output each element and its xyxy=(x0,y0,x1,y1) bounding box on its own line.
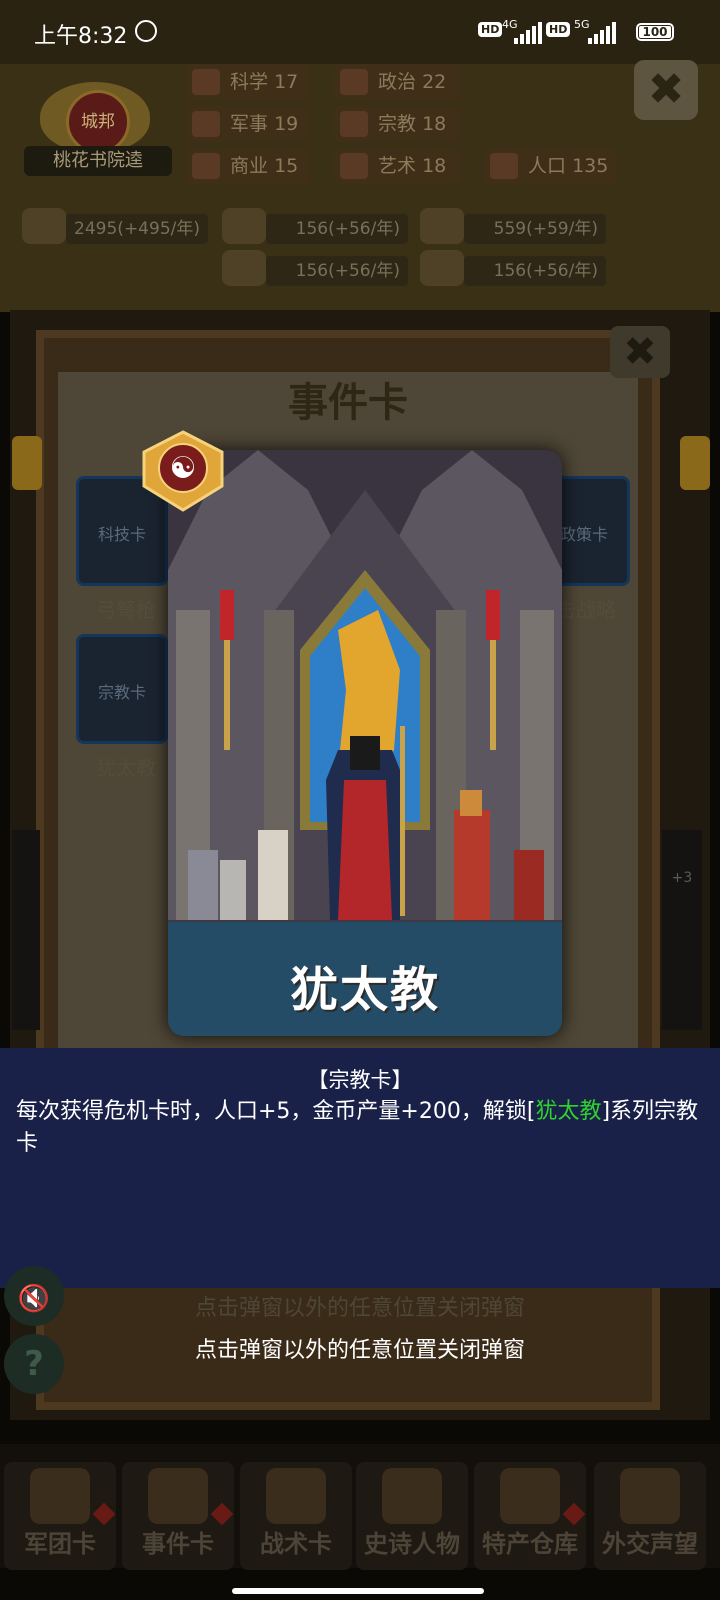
resource-stone: 559(+59/年) xyxy=(464,214,606,244)
card-name: 犹太教 xyxy=(289,962,440,1018)
mini-card-label: 击战略 xyxy=(556,598,616,622)
stat-label: 军事 xyxy=(230,113,269,135)
event-card[interactable]: 犹太教 xyxy=(168,450,562,1036)
alarm-icon xyxy=(135,20,157,42)
card-type-title: 【宗教卡】 xyxy=(307,1068,413,1092)
mini-card-tag: 科技卡 xyxy=(97,525,146,544)
nav-label: 外交声望 xyxy=(602,1530,698,1558)
card-description-text: 每次获得危机卡时，人口+5，金币产量+200，解锁[犹太教]系列宗教卡 xyxy=(16,1096,706,1160)
stat-politics: 政治 22 xyxy=(334,64,462,100)
nav-event-cards[interactable]: 事件卡 xyxy=(122,1462,234,1570)
home-indicator[interactable] xyxy=(232,1588,484,1594)
stat-label: 商业 xyxy=(230,155,269,177)
nav-label: 史诗人物 xyxy=(364,1530,460,1558)
meat-icon xyxy=(420,250,464,286)
chest-icon xyxy=(500,1468,560,1524)
stat-value: 15 xyxy=(274,155,299,177)
side-panel-left xyxy=(12,830,40,1030)
nav-diplomacy-reputation[interactable]: 外交声望 xyxy=(594,1462,706,1570)
nav-epic-figures[interactable]: 史诗人物 xyxy=(356,1462,468,1570)
stat-value: 18 xyxy=(422,113,447,135)
signal-icon xyxy=(588,20,616,44)
stat-military: 军事 19 xyxy=(186,106,310,142)
mini-card-tag: 宗教卡 xyxy=(97,683,146,702)
resource-wood: 156(+56/年) xyxy=(266,214,408,244)
event-panel-title: 事件卡 xyxy=(288,380,408,426)
resource-fish: 156(+56/年) xyxy=(266,256,408,286)
nav-tactic-cards[interactable]: 战术卡 xyxy=(240,1462,352,1570)
military-icon xyxy=(192,111,220,137)
wood-icon xyxy=(222,208,266,244)
clock: 上午8:32 xyxy=(34,24,128,49)
mini-card-tag: 政策卡 xyxy=(559,525,608,544)
resource-gold: 2495(+495/年) xyxy=(66,214,208,244)
fish-icon xyxy=(222,250,266,286)
stat-commerce: 商业 15 xyxy=(186,148,310,184)
scale-icon xyxy=(192,153,220,179)
close-hint: 点击弹窗以外的任意位置关闭弹窗 xyxy=(194,1338,525,1363)
crown-icon xyxy=(382,1468,442,1524)
helmet-icon xyxy=(30,1468,90,1524)
nav-specialty-warehouse[interactable]: 特产仓库 xyxy=(474,1462,586,1570)
scroll-icon xyxy=(148,1468,208,1524)
event-panel-close-button[interactable]: ✖ xyxy=(610,326,670,378)
signal-icon xyxy=(514,20,542,44)
stat-label: 艺术 xyxy=(378,155,417,177)
help-icon: ? xyxy=(24,1344,44,1384)
religion-badge-icon: ☯ xyxy=(142,430,224,512)
description-part: 每次获得危机卡时，人口+5，金币产量+200，解锁[ xyxy=(16,1099,536,1124)
battery-level: 100 xyxy=(639,26,671,38)
panel-right-tab xyxy=(680,436,710,490)
mute-button[interactable]: 🔇 xyxy=(4,1266,64,1326)
gold-icon xyxy=(22,208,66,244)
close-hint-dim: 点击弹窗以外的任意位置关闭弹窗 xyxy=(194,1296,525,1321)
description-highlight: 犹太教 xyxy=(535,1099,602,1124)
science-icon xyxy=(192,69,220,95)
side-panel-right: +3 xyxy=(662,830,702,1030)
nav-label: 事件卡 xyxy=(142,1530,214,1558)
notification-dot xyxy=(92,1502,116,1526)
shield-icon xyxy=(266,1468,326,1524)
hd-icon: HD xyxy=(546,22,571,37)
panel-left-tab xyxy=(12,436,42,490)
hd-icon: HD xyxy=(478,22,503,37)
mini-card[interactable]: 宗教卡 xyxy=(76,634,168,744)
mute-icon: 🔇 xyxy=(17,1284,51,1314)
stat-value: 135 xyxy=(572,155,609,177)
stat-value: 18 xyxy=(422,155,447,177)
resource-meat: 156(+56/年) xyxy=(464,256,606,286)
stat-label: 宗教 xyxy=(378,113,417,135)
stat-label: 科学 xyxy=(230,71,269,93)
help-button[interactable]: ? xyxy=(4,1334,64,1394)
side-value: +3 xyxy=(671,870,693,886)
art-icon xyxy=(340,153,368,179)
nav-label: 特产仓库 xyxy=(482,1530,578,1558)
politics-icon xyxy=(340,69,368,95)
mini-card-label: 弓弩枪 xyxy=(96,598,156,622)
stat-label: 政治 xyxy=(378,71,417,93)
religion-icon xyxy=(340,111,368,137)
stat-religion: 宗教 18 xyxy=(334,106,462,142)
notification-dot xyxy=(210,1502,234,1526)
hud-close-button[interactable]: ✖ xyxy=(634,60,698,120)
stone-icon xyxy=(420,208,464,244)
nav-label: 战术卡 xyxy=(260,1530,332,1558)
stat-value: 17 xyxy=(274,71,299,93)
nav-label: 军团卡 xyxy=(24,1530,96,1558)
city-emblem[interactable]: 城邦 xyxy=(66,90,130,154)
person-icon xyxy=(490,153,518,179)
mini-card-label: 犹太教 xyxy=(96,756,156,780)
yin-yang-icon: ☯ xyxy=(170,451,197,486)
notification-dot xyxy=(562,1502,586,1526)
city-name: 桃花书院逵 xyxy=(24,146,172,176)
stat-population: 人口 135 xyxy=(484,148,616,184)
nav-legion-cards[interactable]: 军团卡 xyxy=(4,1462,116,1570)
stat-label: 人口 xyxy=(528,155,567,177)
letter-icon xyxy=(620,1468,680,1524)
battery-icon: 100 xyxy=(636,23,674,41)
stat-art: 艺术 18 xyxy=(334,148,462,184)
stat-value: 22 xyxy=(422,71,447,93)
stat-science: 科学 17 xyxy=(186,64,310,100)
stat-value: 19 xyxy=(274,113,299,135)
